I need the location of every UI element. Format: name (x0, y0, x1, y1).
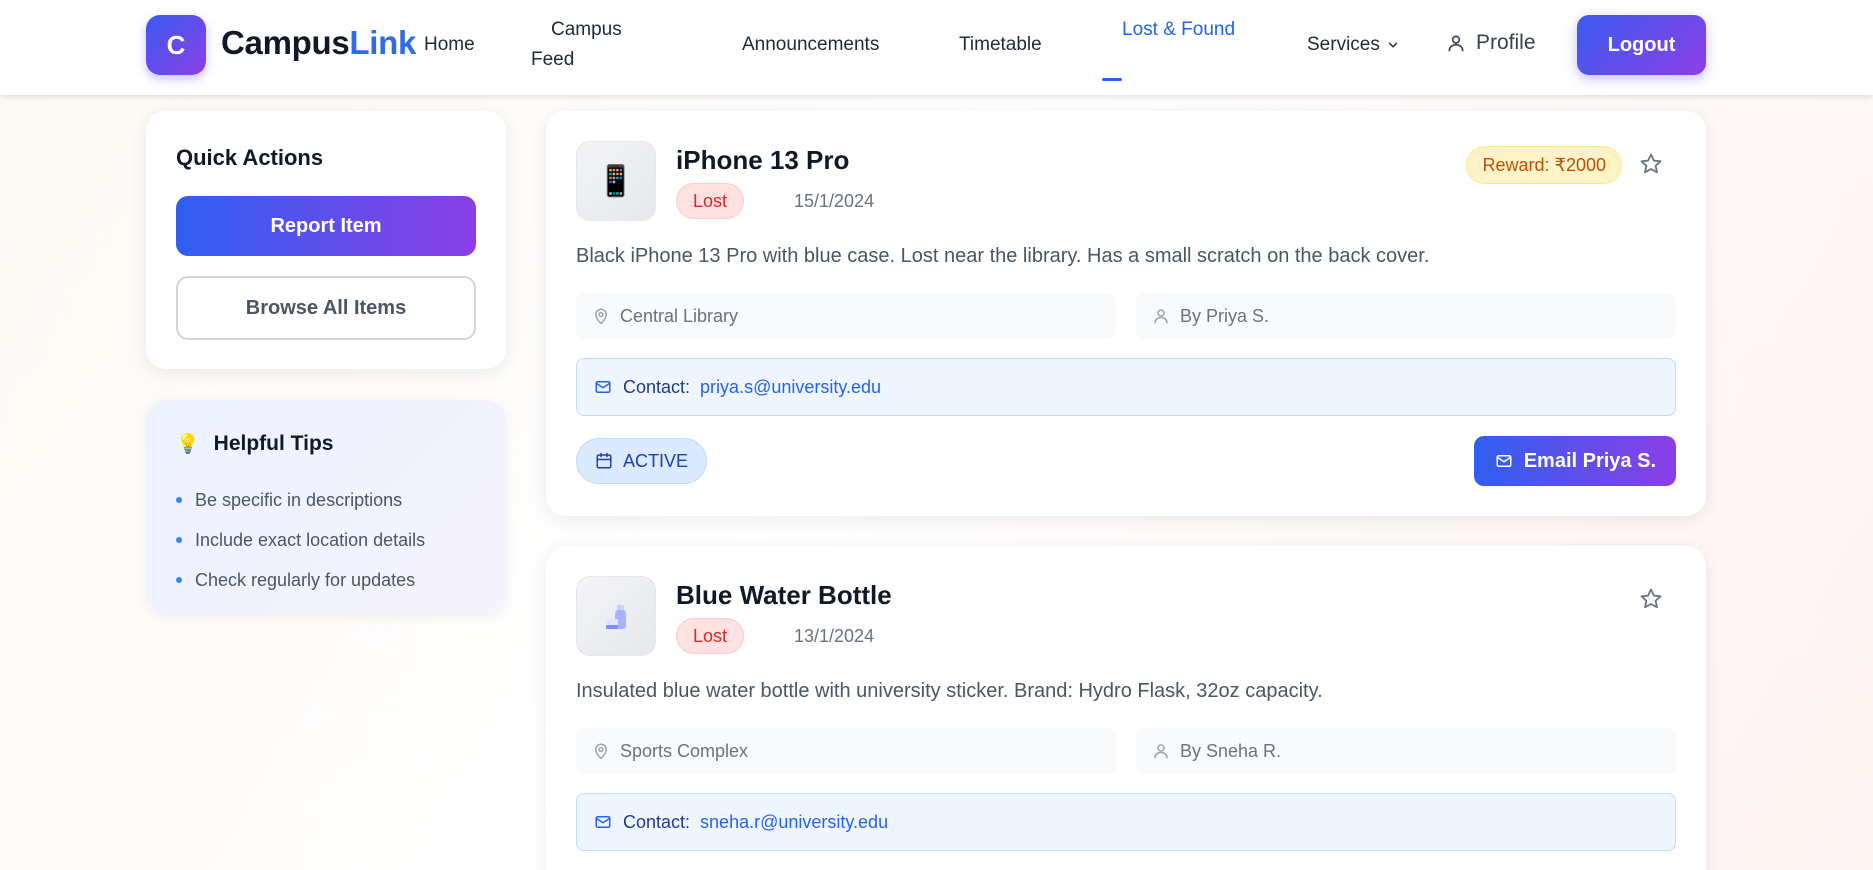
item-location-text: Central Library (620, 305, 739, 326)
quick-actions-title: Quick Actions (176, 145, 324, 170)
nav-services-dropdown[interactable]: Services (1307, 30, 1400, 60)
contact-email-link[interactable]: priya.s@university.edu (700, 377, 881, 398)
map-pin-icon (592, 306, 610, 326)
mail-icon (593, 813, 613, 831)
nav-timetable[interactable]: Timetable (959, 30, 1042, 60)
item-date: 13/1/2024 (794, 626, 875, 646)
helpful-tips-card: 💡 Helpful Tips Be specific in descriptio… (146, 400, 506, 614)
contact-label: Contact: (623, 376, 691, 397)
brand-name[interactable]: CampusLink (221, 24, 416, 62)
nav-lost-and-found[interactable]: Lost & Found (1122, 15, 1235, 45)
item-card: Blue Water Bottle Lost 13/1/2024 Insulat… (546, 546, 1706, 870)
nav-announcements[interactable]: Announcements (742, 30, 879, 60)
tip-item: Be specific in descriptions (176, 480, 425, 520)
contact-box: Contact: sneha.r@university.edu (576, 793, 1676, 851)
item-reporter: By Priya S. (1136, 293, 1676, 339)
email-reporter-button[interactable]: Email Priya S. (1473, 436, 1676, 486)
lightbulb-icon: 💡 (176, 434, 200, 455)
nav-campus-feed-line1: Campus (551, 19, 622, 40)
star-icon[interactable] (1636, 149, 1666, 179)
item-title: Blue Water Bottle (676, 580, 892, 610)
quick-actions-card: Quick Actions Report Item Browse All Ite… (146, 111, 506, 369)
star-icon[interactable] (1636, 584, 1666, 614)
helpful-tips-header: 💡 Helpful Tips (176, 432, 333, 456)
item-title: iPhone 13 Pro (676, 145, 850, 175)
brand-name-part1: Campus (221, 24, 350, 61)
status-badge: Lost (676, 183, 745, 219)
nav-home[interactable]: Home (424, 30, 475, 60)
status-badge: Lost (676, 618, 745, 654)
top-navigation-bar: C CampusLink Home Campus Feed Announceme… (0, 0, 1873, 95)
active-nav-indicator (1102, 78, 1122, 81)
logout-button[interactable]: Logout (1577, 15, 1706, 75)
nav-profile[interactable]: Profile (1446, 28, 1536, 58)
tip-item: Include exact location details (176, 520, 425, 560)
map-pin-icon (592, 741, 610, 761)
item-state-badge: ACTIVE (576, 438, 708, 484)
calendar-icon (595, 452, 613, 470)
user-icon (1152, 741, 1170, 761)
item-description: Insulated blue water bottle with univers… (576, 680, 1323, 702)
item-description: Black iPhone 13 Pro with blue case. Lost… (576, 245, 1430, 267)
item-state-text: ACTIVE (623, 450, 689, 471)
contact-label: Contact: (623, 811, 691, 832)
contact-box: Contact: priya.s@university.edu (576, 358, 1676, 416)
nav-profile-label: Profile (1476, 31, 1536, 54)
brand-name-part2: Link (349, 24, 417, 61)
item-location: Central Library (576, 293, 1116, 339)
helpful-tips-title: Helpful Tips (213, 432, 334, 455)
browse-all-items-button[interactable]: Browse All Items (176, 276, 476, 340)
tips-list: Be specific in descriptions Include exac… (176, 480, 425, 600)
item-reporter-text: By Sneha R. (1180, 740, 1282, 761)
item-reporter-text: By Priya S. (1180, 305, 1270, 326)
tip-item: Check regularly for updates (176, 560, 425, 600)
item-date: 15/1/2024 (794, 191, 875, 211)
mail-icon (593, 378, 613, 396)
water-bottle-icon (599, 599, 633, 633)
phone-icon: 📱 (597, 164, 635, 198)
contact-email-link[interactable]: sneha.r@university.edu (700, 812, 888, 833)
item-reporter: By Sneha R. (1136, 728, 1676, 774)
mail-icon (1494, 452, 1514, 470)
chevron-down-icon (1386, 38, 1400, 52)
nav-campus-feed-line2: Feed (531, 49, 575, 70)
user-icon (1446, 32, 1466, 54)
nav-services-label: Services (1307, 34, 1380, 55)
nav-campus-feed[interactable]: Campus Feed (531, 15, 631, 75)
item-card: 📱 iPhone 13 Pro Lost 15/1/2024 Reward: ₹… (546, 111, 1706, 516)
report-item-button[interactable]: Report Item (176, 196, 476, 256)
email-reporter-label: Email Priya S. (1523, 449, 1656, 472)
item-location: Sports Complex (576, 728, 1116, 774)
reward-badge: Reward: ₹2000 (1466, 146, 1622, 184)
logo-badge[interactable]: C (146, 15, 206, 75)
item-location-text: Sports Complex (620, 740, 749, 761)
user-icon (1152, 306, 1170, 326)
item-thumbnail: 📱 (576, 141, 656, 221)
item-thumbnail (576, 576, 656, 656)
